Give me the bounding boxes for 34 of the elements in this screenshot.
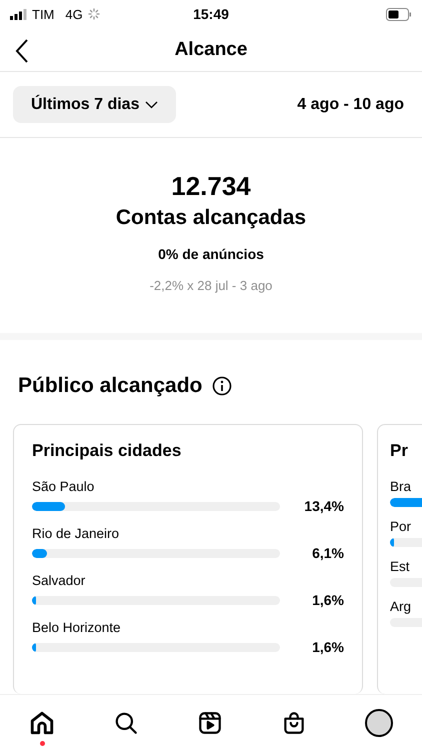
video-player-icon (197, 710, 223, 736)
loading-spinner-icon (88, 8, 100, 20)
clock-time: 15:49 (192, 6, 230, 22)
battery-icon (386, 8, 412, 20)
percentage: 1,6% (311, 639, 344, 655)
card-title: Principais cidades (32, 441, 182, 461)
reach-count: 12.734 (171, 171, 251, 202)
signal-icon (10, 8, 27, 20)
network-type: 4G (65, 6, 83, 22)
percentage: 13,4% (303, 498, 344, 514)
info-icon[interactable] (212, 376, 232, 396)
percentage: 6,1% (311, 545, 344, 561)
location-name: Por (390, 519, 412, 534)
home-icon (29, 710, 55, 736)
section-title: Público alcançado (18, 374, 202, 398)
carrier-name: TIM (32, 6, 54, 22)
search-icon (113, 710, 139, 736)
avatar-icon (365, 708, 393, 736)
location-name: São Paulo (32, 479, 96, 494)
chevron-down-icon (145, 100, 158, 108)
location-name: Arg (390, 599, 412, 614)
page-title: Alcance (174, 38, 248, 60)
location-name: Belo Horizonte (32, 620, 122, 635)
location-name: Est (390, 559, 411, 574)
percentage: 1,6% (311, 592, 344, 608)
date-range: 4 ago - 10 ago (297, 96, 404, 114)
location-name: Salvador (32, 573, 86, 588)
ads-share: 0% de anúncios (158, 246, 264, 262)
location-name: Bra (390, 479, 412, 494)
comparison-text: -2,2% x 28 jul - 3 ago (150, 278, 272, 293)
reach-label: Contas alcançadas (116, 206, 306, 230)
card-title: Pr (390, 441, 409, 461)
period-dropdown[interactable]: Últimos 7 dias (13, 86, 176, 123)
location-name: Rio de Janeiro (32, 526, 120, 541)
